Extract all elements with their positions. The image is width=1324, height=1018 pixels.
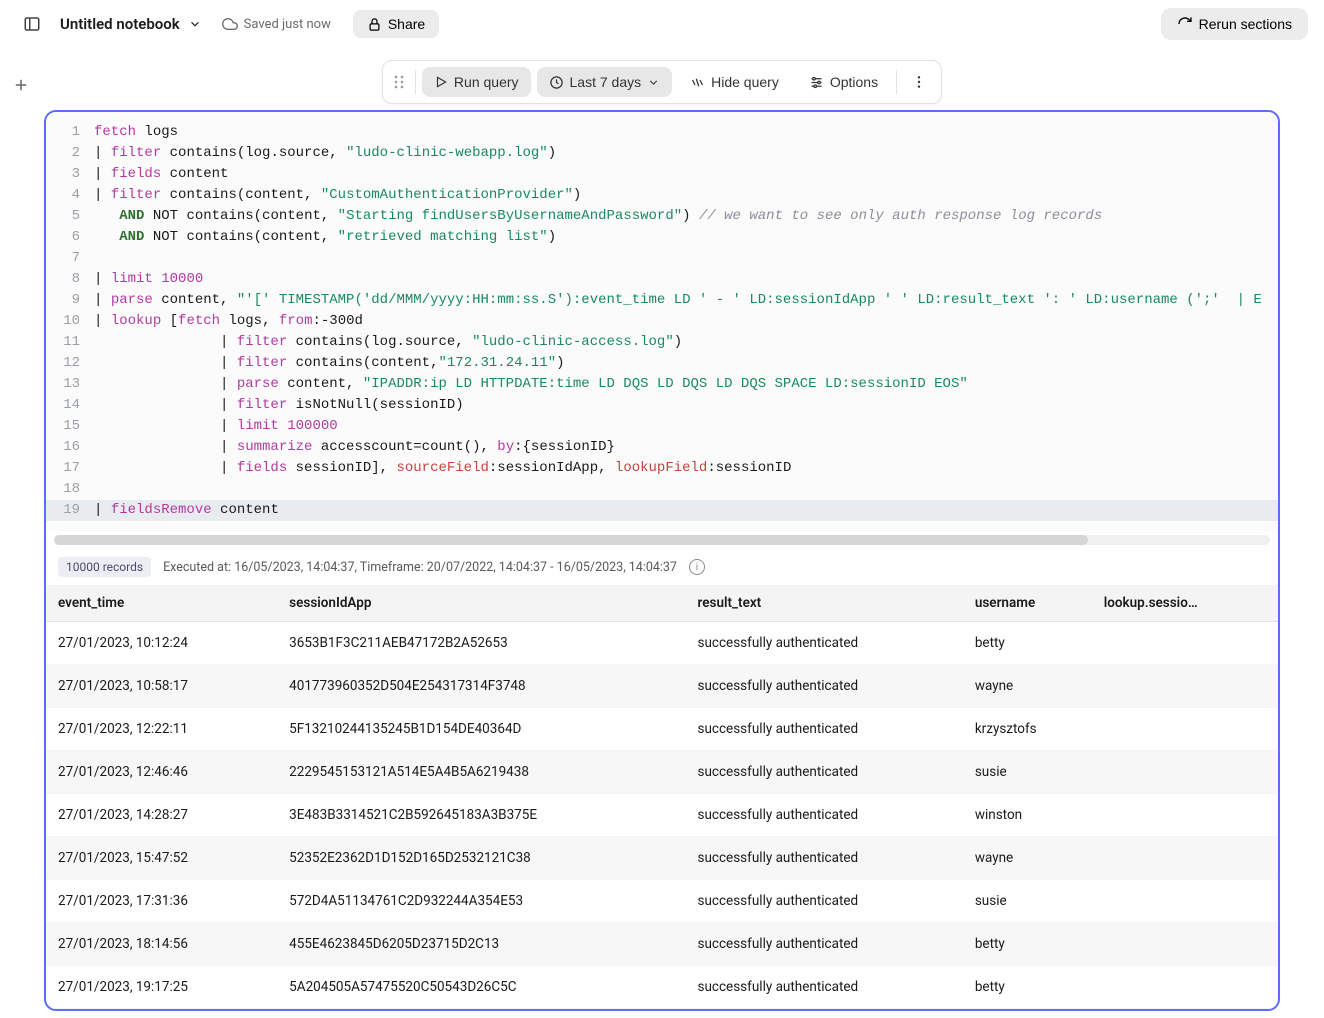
code-line[interactable]: 7: [46, 248, 1278, 269]
code-line[interactable]: 16 | summarize accesscount=count(), by:{…: [46, 437, 1278, 458]
lock-icon: [367, 17, 382, 32]
notebook-title-dropdown[interactable]: Untitled notebook: [60, 15, 202, 33]
hide-query-button[interactable]: Hide query: [678, 67, 791, 97]
code-line[interactable]: 5 AND NOT contains(content, "Starting fi…: [46, 206, 1278, 227]
table-row[interactable]: 27/01/2023, 18:14:56455E4623845D6205D237…: [46, 923, 1278, 966]
record-count-badge: 10000 records: [58, 557, 151, 577]
code-line[interactable]: 10| lookup [fetch logs, from:-300d: [46, 311, 1278, 332]
execution-info: Executed at: 16/05/2023, 14:04:37, Timef…: [163, 560, 677, 575]
code-line[interactable]: 18: [46, 479, 1278, 500]
horizontal-scrollbar[interactable]: [54, 535, 1270, 545]
run-query-button[interactable]: Run query: [422, 67, 531, 97]
dots-vertical-icon: [911, 74, 927, 90]
code-line[interactable]: 19| fieldsRemove content: [46, 500, 1278, 521]
column-header[interactable]: [1242, 585, 1278, 622]
code-line[interactable]: 17 | fields sessionID], sourceField:sess…: [46, 458, 1278, 479]
chevron-down-icon: [188, 17, 202, 31]
code-line[interactable]: 8| limit 10000: [46, 269, 1278, 290]
column-header[interactable]: lookup.sessio…: [1092, 585, 1242, 622]
info-icon[interactable]: i: [689, 559, 705, 575]
code-line[interactable]: 11 | filter contains(log.source, "ludo-c…: [46, 332, 1278, 353]
query-cell: 1fetch logs2| filter contains(log.source…: [44, 110, 1280, 1011]
table-row[interactable]: 27/01/2023, 12:22:115F13210244135245B1D1…: [46, 708, 1278, 751]
table-row[interactable]: 27/01/2023, 14:28:273E483B3314521C2B5926…: [46, 794, 1278, 837]
time-range-dropdown[interactable]: Last 7 days: [537, 67, 673, 97]
options-button[interactable]: Options: [797, 67, 890, 97]
chevron-down-icon: [647, 76, 660, 89]
saved-status: Saved just now: [222, 16, 331, 32]
code-line[interactable]: 1fetch logs: [46, 122, 1278, 143]
code-line[interactable]: 3| fields content: [46, 164, 1278, 185]
column-header[interactable]: event_time: [46, 585, 277, 622]
refresh-icon: [1177, 16, 1193, 32]
panel-left-icon[interactable]: [16, 8, 48, 40]
rerun-sections-button[interactable]: Rerun sections: [1161, 8, 1308, 40]
code-line[interactable]: 13 | parse content, "IPADDR:ip LD HTTPDA…: [46, 374, 1278, 395]
results-table: event_timesessionIdAppresult_textusernam…: [46, 585, 1278, 1009]
code-line[interactable]: 9| parse content, "'[' TIMESTAMP('dd/MMM…: [46, 290, 1278, 311]
table-row[interactable]: 27/01/2023, 19:17:255A204505A57475520C50…: [46, 966, 1278, 1009]
code-line[interactable]: 4| filter contains(content, "CustomAuthe…: [46, 185, 1278, 206]
code-editor[interactable]: 1fetch logs2| filter contains(log.source…: [46, 112, 1278, 531]
topbar: Untitled notebook Saved just now Share R…: [0, 0, 1324, 48]
more-menu-button[interactable]: [903, 67, 935, 97]
sliders-icon: [809, 75, 824, 90]
hide-icon: [690, 75, 705, 90]
table-row[interactable]: 27/01/2023, 10:58:17401773960352D504E254…: [46, 665, 1278, 708]
add-cell-button[interactable]: [12, 76, 30, 94]
column-header[interactable]: sessionIdApp: [277, 585, 685, 622]
code-line[interactable]: 14 | filter isNotNull(sessionID): [46, 395, 1278, 416]
drag-handle-icon[interactable]: [389, 74, 409, 90]
table-row[interactable]: 27/01/2023, 12:46:462229545153121A514E5A…: [46, 751, 1278, 794]
table-row[interactable]: 27/01/2023, 17:31:36572D4A51134761C2D932…: [46, 880, 1278, 923]
share-button[interactable]: Share: [353, 10, 439, 38]
code-line[interactable]: 15 | limit 100000: [46, 416, 1278, 437]
play-icon: [434, 75, 448, 89]
table-row[interactable]: 27/01/2023, 15:47:5252352E2362D1D152D165…: [46, 837, 1278, 880]
code-line[interactable]: 6 AND NOT contains(content, "retrieved m…: [46, 227, 1278, 248]
clock-icon: [549, 75, 564, 90]
column-header[interactable]: result_text: [686, 585, 963, 622]
cloud-icon: [222, 16, 238, 32]
column-header[interactable]: username: [963, 585, 1092, 622]
table-row[interactable]: 27/01/2023, 10:12:243653B1F3C211AEB47172…: [46, 622, 1278, 665]
code-line[interactable]: 2| filter contains(log.source, "ludo-cli…: [46, 143, 1278, 164]
cell-toolbar: Run query Last 7 days Hide query Options: [382, 60, 942, 104]
code-line[interactable]: 12 | filter contains(content,"172.31.24.…: [46, 353, 1278, 374]
notebook-title: Untitled notebook: [60, 15, 180, 33]
result-meta: 10000 records Executed at: 16/05/2023, 1…: [46, 549, 1278, 585]
